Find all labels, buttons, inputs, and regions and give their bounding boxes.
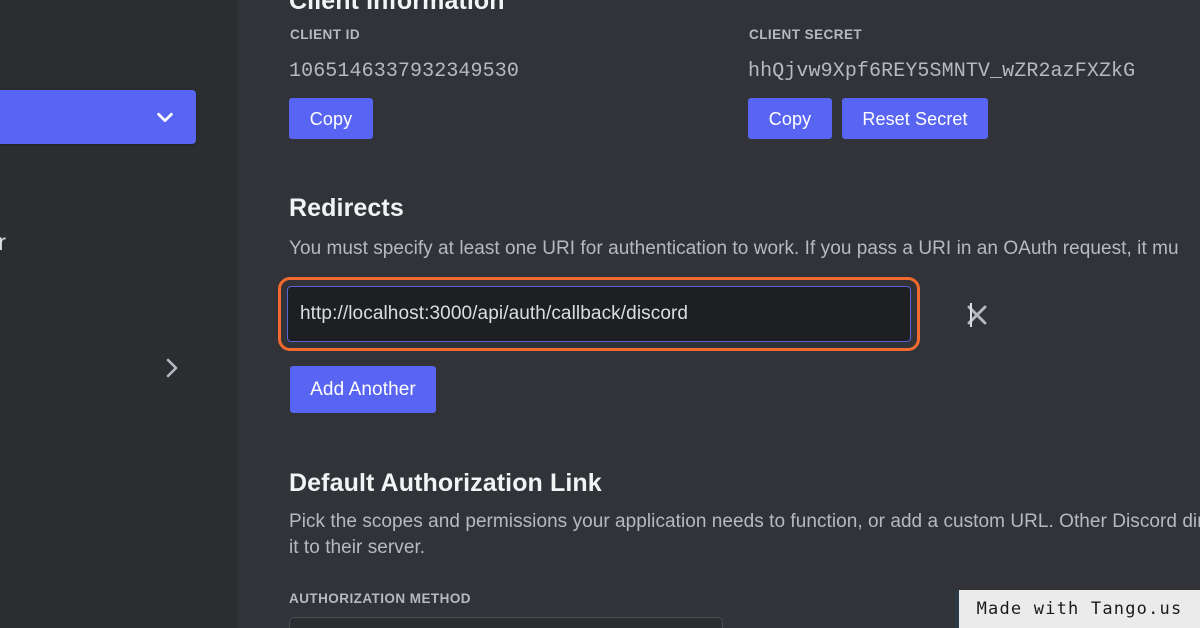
reset-secret-button[interactable]: Reset Secret [842,98,988,139]
default-authorization-description: Pick the scopes and permissions your app… [289,511,1200,558]
add-another-redirect-button[interactable]: Add Another [290,366,436,413]
redirect-row [278,277,998,351]
authorization-method-select[interactable] [289,617,723,628]
sidebar-item-label-navigator: ator [0,229,7,255]
chevron-right-icon[interactable] [159,354,183,382]
redirects-description: You must specify at least one URI for au… [289,238,1179,259]
copy-client-secret-button[interactable]: Copy [748,98,832,139]
text-cursor [970,303,972,327]
copy-client-id-button[interactable]: Copy [289,98,373,139]
main-content: Client Information CLIENT ID 10651463379… [238,0,1200,628]
tango-watermark-text: Made with Tango.us [976,599,1183,619]
authorization-method-label: AUTHORIZATION METHOD [289,591,471,606]
page-title-redirects: Redirects [289,194,404,222]
sidebar: nation ator [0,0,238,628]
client-secret-value: hhQjvw9Xpf6REY5SMNTV_wZR2azFXZkG [748,60,1136,83]
chevron-down-icon [157,112,173,123]
client-id-value: 1065146337932349530 [289,60,519,83]
client-secret-label: CLIENT SECRET [749,27,863,42]
redirect-uri-input[interactable] [287,286,911,342]
client-id-label: CLIENT ID [290,27,361,42]
tango-watermark: Made with Tango.us [955,590,1200,628]
page-title-default-authorization-link: Default Authorization Link [289,469,602,497]
page-title-client-information: Client Information [289,0,505,15]
sidebar-dropdown-button[interactable] [0,90,196,144]
close-x-icon[interactable] [961,299,993,331]
app-root: nation ator Client Information CLIENT ID… [0,0,1200,628]
